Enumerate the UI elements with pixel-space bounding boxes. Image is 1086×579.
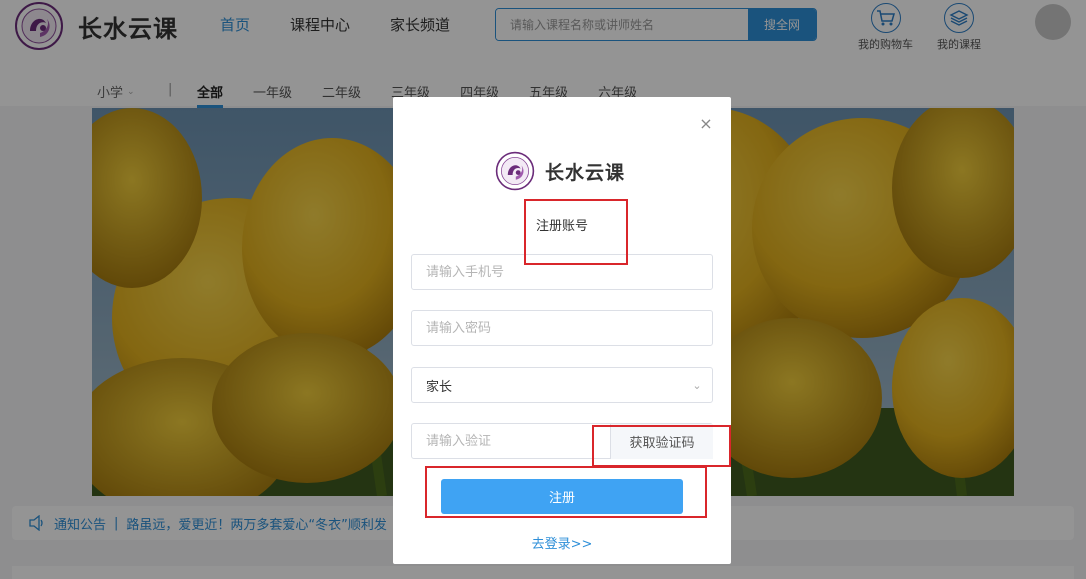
password-input[interactable] <box>412 311 712 345</box>
login-link[interactable]: 去登录>> <box>393 533 731 552</box>
logo-emblem-icon <box>495 151 535 191</box>
annotation-box-title <box>524 199 628 265</box>
annotation-box-code <box>592 425 731 467</box>
modal-brand-name: 长水云课 <box>545 161 626 184</box>
annotation-box-submit <box>425 466 707 518</box>
role-select-value: 家长 <box>426 379 453 395</box>
chevron-down-icon: ⌄ <box>692 378 702 392</box>
password-field <box>411 310 713 346</box>
close-icon[interactable]: × <box>699 116 713 132</box>
modal-logo: 长水云课 <box>493 151 625 191</box>
role-select[interactable]: 家长 ⌄ <box>411 367 713 403</box>
